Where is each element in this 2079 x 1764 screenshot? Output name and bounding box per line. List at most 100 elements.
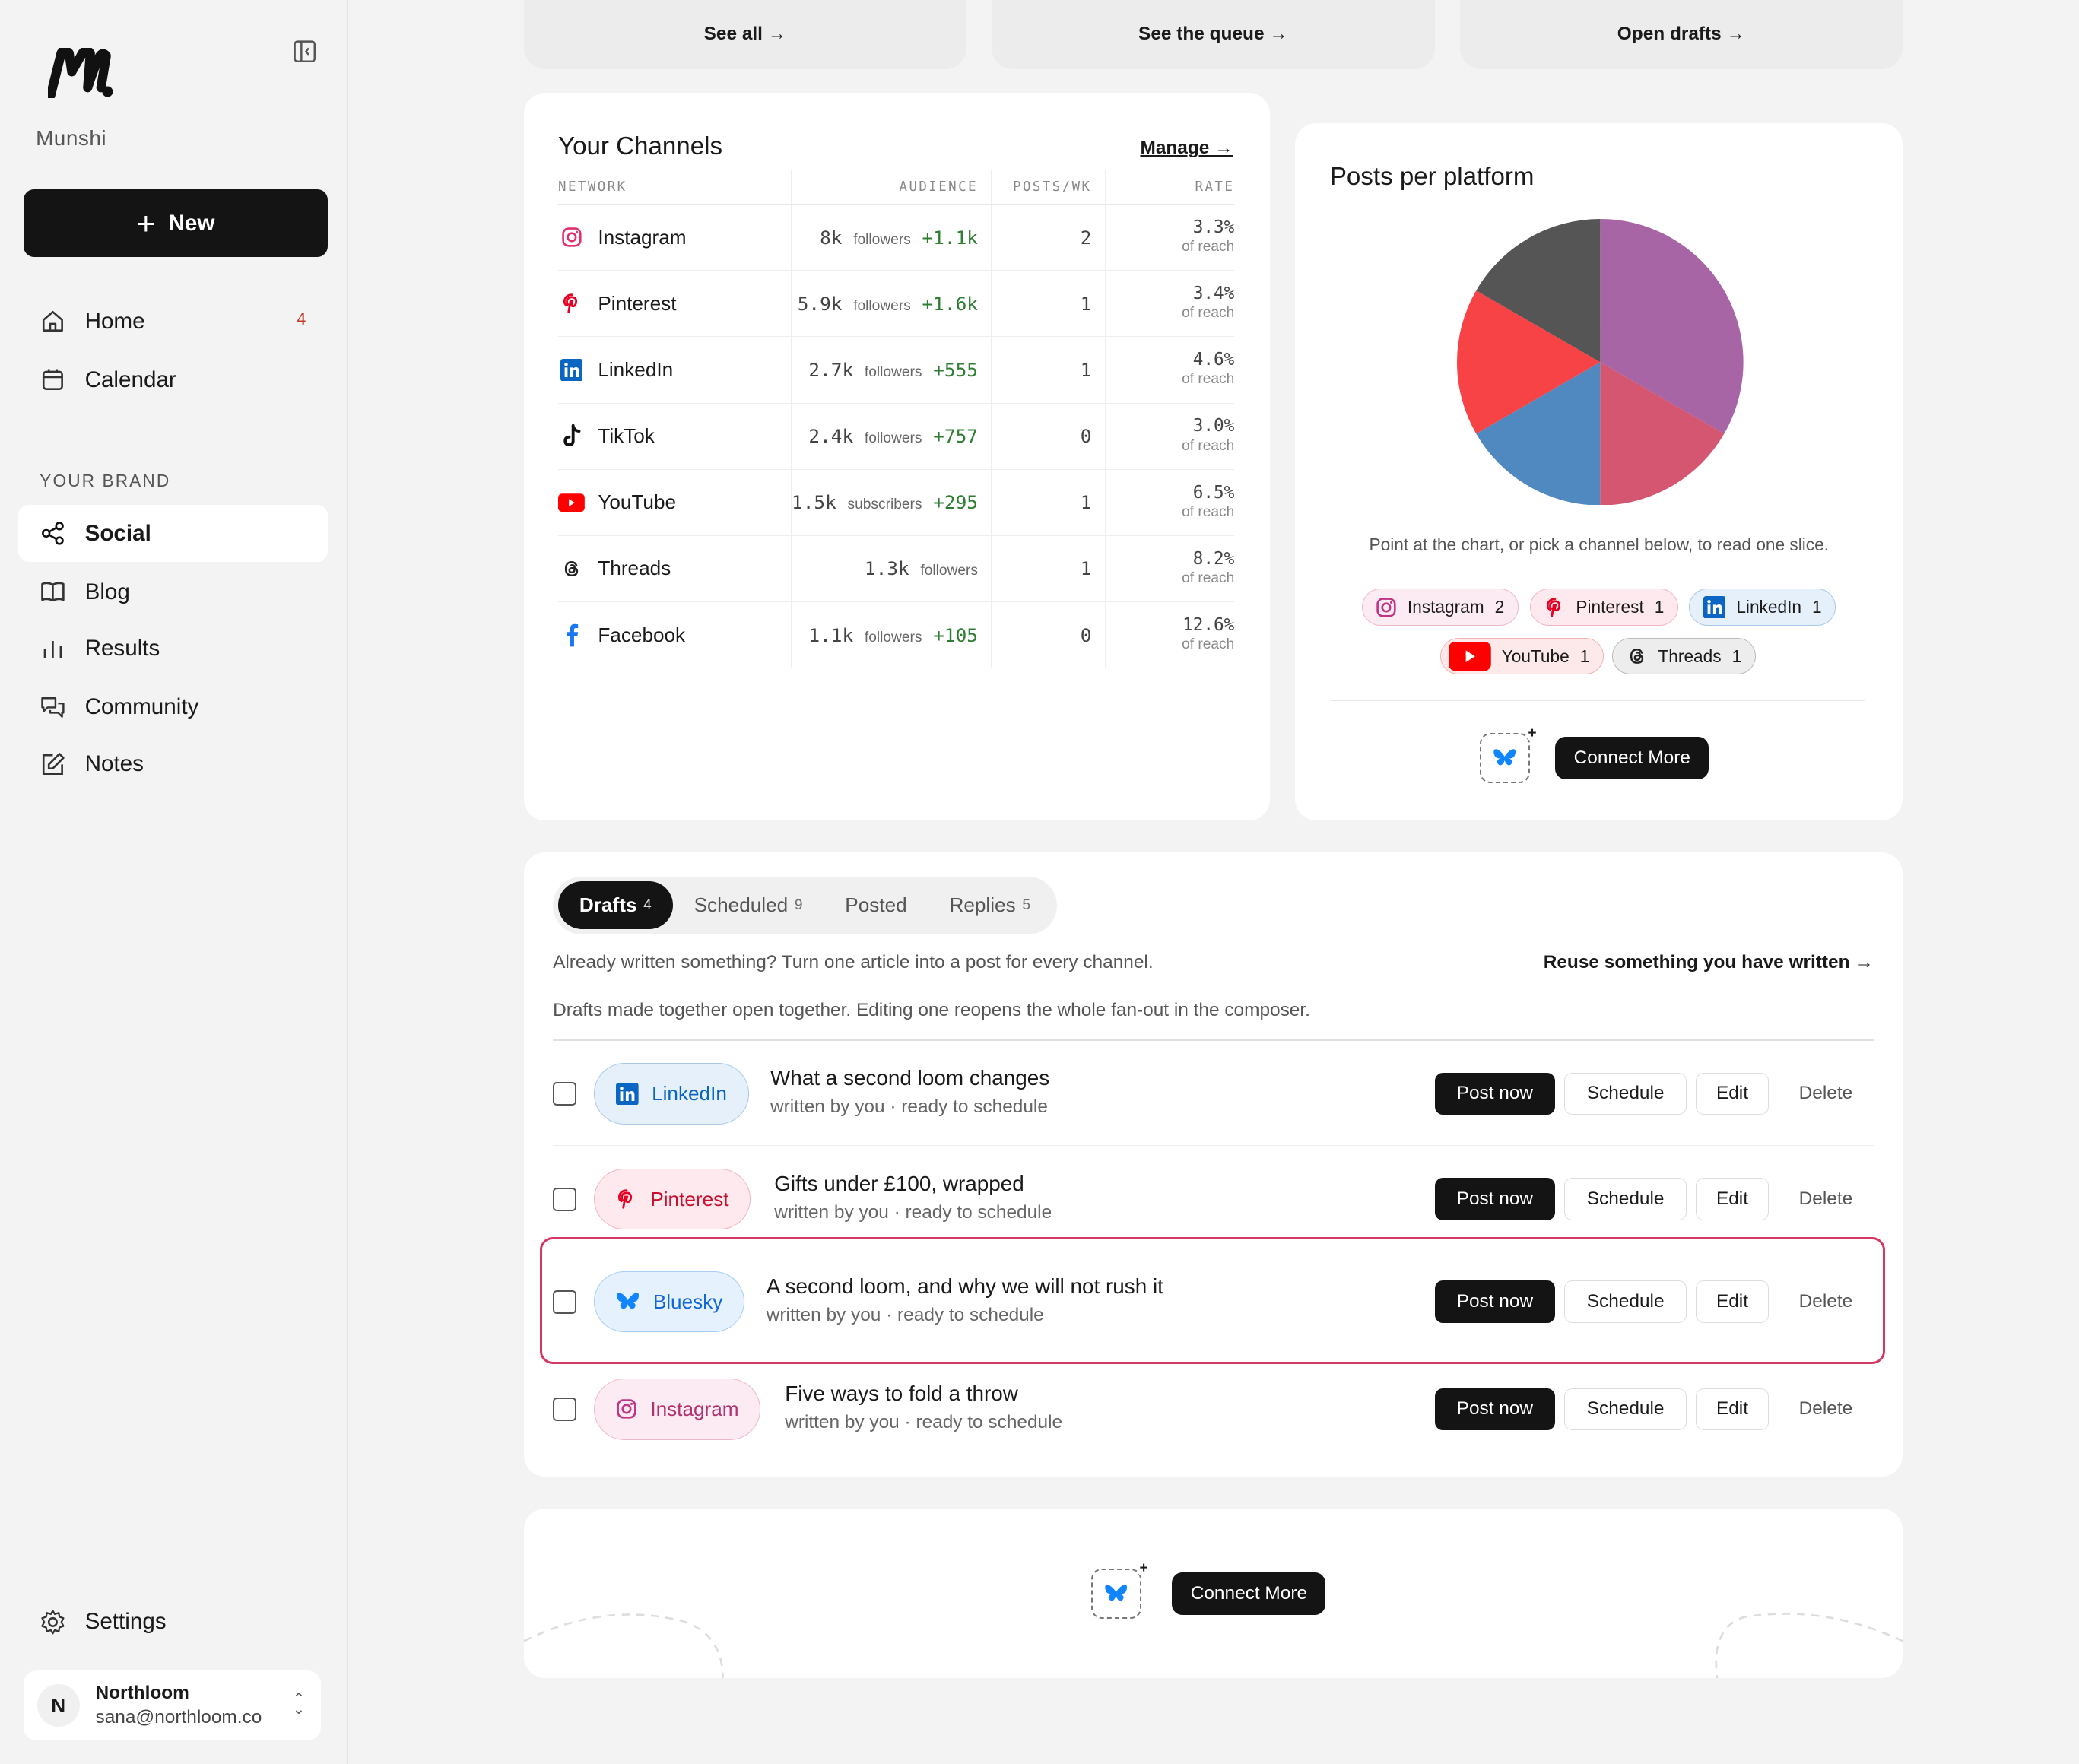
posts-per-week: 1	[991, 336, 1106, 404]
chip-threads[interactable]: Threads 1	[1612, 637, 1756, 675]
share-icon	[42, 522, 65, 546]
pill-label: LinkedIn	[652, 1081, 727, 1105]
connect-more-button[interactable]: Connect More	[1172, 1572, 1326, 1615]
chip-label: YouTube	[1501, 646, 1570, 666]
rate-value: 4.6%	[1192, 350, 1235, 370]
see-queue-link[interactable]: See the queue →	[1138, 24, 1288, 45]
tab-count: 5	[1022, 896, 1031, 913]
nav-notes[interactable]: Notes	[18, 736, 327, 793]
row-checkbox[interactable]	[553, 1397, 577, 1422]
delete-button[interactable]: Delete	[1779, 1280, 1872, 1323]
channel-row[interactable]: Pinterest 5.9k followers +1.6k 1 3.4% of rea…	[558, 270, 1235, 338]
book-icon	[41, 582, 65, 602]
channel-row[interactable]: Instagram 8k followers +1.1k 2 3.3% of reach	[558, 204, 1235, 271]
see-all-link[interactable]: See all →	[704, 24, 787, 45]
manage-link[interactable]: Manage →	[1140, 138, 1233, 159]
reuse-link[interactable]: Reuse something you have written →	[1544, 952, 1874, 973]
draft-title[interactable]: Gifts under £100, wrapped	[774, 1172, 1024, 1196]
nav-home[interactable]: Home 4	[18, 293, 327, 350]
draft-title[interactable]: What a second loom changes	[770, 1066, 1049, 1090]
connect-bluesky-icon[interactable]: +	[1090, 1561, 1148, 1619]
chip-label: Instagram	[1407, 597, 1484, 617]
pie-chart[interactable]	[1457, 218, 1744, 506]
chip-linkedin[interactable]: LinkedIn 1	[1689, 589, 1836, 626]
tab-label: Posted	[845, 893, 907, 917]
chip-label: Threads	[1658, 646, 1722, 666]
tab-label: Scheduled	[694, 893, 789, 917]
chip-youtube[interactable]: YouTube 1	[1439, 637, 1604, 675]
nav-social-label: Social	[84, 520, 151, 546]
channel-row[interactable]: Facebook 1.1k followers +105 0 12.6% of reac…	[558, 601, 1235, 669]
schedule-button[interactable]: Schedule	[1564, 1178, 1687, 1221]
brand-name: Munshi	[36, 125, 107, 150]
edit-button[interactable]: Edit	[1696, 1280, 1769, 1324]
audience-value: 1.5k	[792, 491, 836, 514]
tab-replies[interactable]: Replies 5	[928, 881, 1052, 929]
post-now-button[interactable]: Post now	[1434, 1280, 1556, 1324]
schedule-button[interactable]: Schedule	[1564, 1072, 1687, 1115]
nav-results[interactable]: Results	[18, 620, 327, 677]
nav-blog[interactable]: Blog	[18, 563, 327, 620]
schedule-button[interactable]: Schedule	[1564, 1388, 1687, 1431]
post-now-button[interactable]: Post now	[1434, 1072, 1556, 1115]
nav-calendar[interactable]: Calendar	[18, 351, 327, 408]
bluesky-icon	[1493, 749, 1516, 766]
channel-row[interactable]: LinkedIn 2.7k followers +555 1 4.6% of reach	[558, 336, 1235, 404]
schedule-button[interactable]: Schedule	[1564, 1280, 1687, 1324]
connect-more-button[interactable]: Connect More	[1555, 737, 1709, 780]
posts-per-week: 2	[991, 204, 1106, 271]
sidebar: Munshi + New Home 4 Calendar YOUR BRAND …	[0, 0, 348, 1764]
post-now-button[interactable]: Post now	[1434, 1388, 1556, 1431]
chip-count: 1	[1654, 597, 1665, 617]
chip-count: 2	[1494, 597, 1505, 617]
bar-chart-icon	[43, 641, 62, 658]
open-drafts-link[interactable]: Open drafts →	[1617, 24, 1745, 45]
channel-row[interactable]: YouTube 1.5k subscribers +295 1 6.5% of reac…	[558, 469, 1235, 536]
nav-social[interactable]: Social	[18, 505, 328, 563]
rate-sub: of reach	[1182, 239, 1235, 255]
delete-button[interactable]: Delete	[1779, 1073, 1872, 1115]
draft-row: LinkedIn What a second loom changes writ…	[553, 1041, 1874, 1144]
home-icon	[43, 311, 64, 332]
draft-title[interactable]: A second loom, and why we will not rush …	[767, 1274, 1163, 1299]
row-checkbox[interactable]	[553, 1187, 577, 1211]
edit-note-icon	[43, 752, 65, 775]
nav-settings[interactable]: Settings	[18, 1594, 327, 1651]
nav-community[interactable]: Community	[18, 679, 327, 736]
tab-posted[interactable]: Posted	[824, 881, 928, 929]
edit-button[interactable]: Edit	[1696, 1072, 1769, 1115]
draft-title[interactable]: Five ways to fold a throw	[785, 1382, 1018, 1406]
bluesky-icon	[617, 1293, 640, 1309]
row-checkbox[interactable]	[553, 1290, 577, 1314]
chat-icon	[41, 696, 65, 718]
top-card-3: Open drafts →	[1459, 0, 1903, 69]
munshi-logo[interactable]	[47, 47, 114, 99]
channel-row[interactable]: TikTok 2.4k followers +757 0 3.0% of reach	[558, 403, 1235, 470]
post-now-button[interactable]: Post now	[1434, 1178, 1556, 1221]
tab-scheduled[interactable]: Scheduled 9	[673, 881, 824, 929]
col-audience: AUDIENCE	[791, 170, 992, 205]
pinterest-icon	[617, 1189, 633, 1209]
avatar: N	[37, 1684, 80, 1728]
chip-instagram[interactable]: Instagram 2	[1361, 589, 1519, 626]
new-button[interactable]: + New	[24, 189, 328, 258]
account-switcher[interactable]: N Northloom sana@northloom.co ⌃ ⌄	[24, 1670, 321, 1741]
collapse-sidebar-icon[interactable]	[293, 40, 316, 63]
connect-bluesky-icon[interactable]: +	[1479, 726, 1537, 784]
facebook-icon	[558, 622, 585, 649]
row-checkbox[interactable]	[553, 1081, 577, 1106]
channels-title: Your Channels	[558, 132, 723, 161]
chip-pinterest[interactable]: Pinterest 1	[1530, 589, 1678, 626]
tab-drafts[interactable]: Drafts 4	[558, 881, 673, 930]
pinterest-icon	[1546, 597, 1560, 617]
rate-sub: of reach	[1182, 569, 1235, 586]
draft-status: written by you · ready to schedule	[770, 1096, 1048, 1117]
audience-value: 2.4k	[808, 425, 854, 448]
channel-row[interactable]: Threads 1.3k followers 1 8.2% of reach	[558, 535, 1235, 603]
draft-row: Instagram Five ways to fold a throw writ…	[553, 1356, 1874, 1460]
edit-button[interactable]: Edit	[1696, 1388, 1769, 1431]
edit-button[interactable]: Edit	[1696, 1178, 1769, 1221]
delete-button[interactable]: Delete	[1779, 1178, 1872, 1220]
chip-count: 1	[1579, 646, 1590, 666]
delete-button[interactable]: Delete	[1779, 1388, 1872, 1431]
